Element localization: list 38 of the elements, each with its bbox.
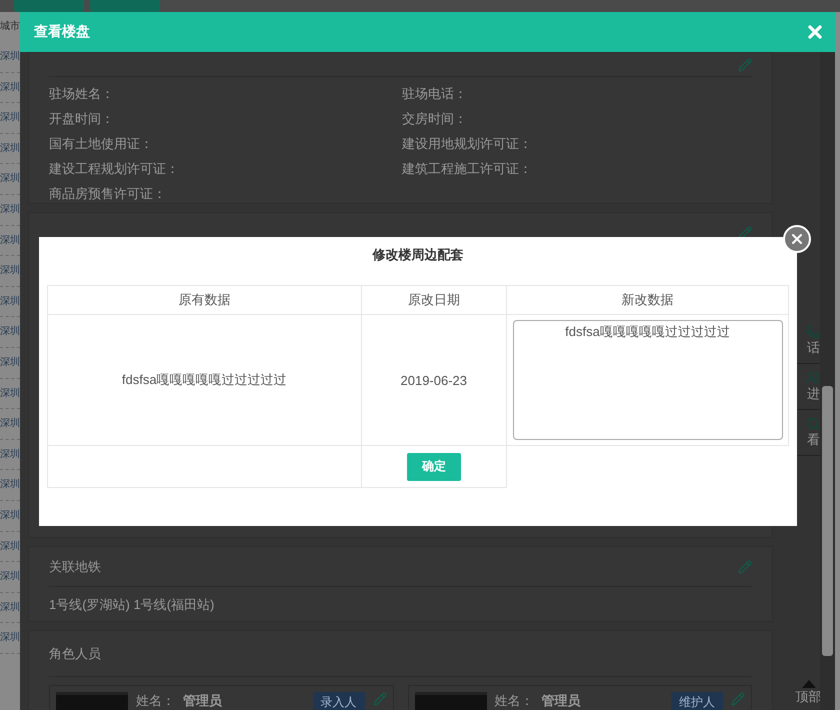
name-label: 姓名：: [136, 692, 175, 710]
section-title: 关联地铁: [49, 558, 101, 576]
column-header: 原改日期: [361, 286, 507, 314]
section-title: 角色人员: [49, 644, 101, 662]
back-to-top-link[interactable]: 顶部: [797, 680, 820, 710]
close-icon: [789, 231, 805, 247]
side-menu-icon: [806, 324, 820, 338]
field-label: 驻场姓名：: [49, 85, 115, 103]
person-name: 管理员: [542, 692, 580, 710]
modal-title: 修改楼周边配套: [372, 247, 464, 263]
name-label: 姓名：: [494, 692, 534, 710]
role-tag: 维护人: [671, 692, 723, 710]
up-triangle-icon: [802, 680, 816, 688]
table-cell: fdsfsa嘎嘎嘎嘎嘎过过过过过: [48, 314, 362, 446]
field-label: 交房时间：: [402, 110, 468, 128]
toolbar-button[interactable]: [14, 0, 84, 12]
side-menu-icon: [806, 416, 820, 430]
column-header: 原有数据: [48, 286, 362, 314]
toolbar-button[interactable]: [90, 0, 160, 12]
field-label: 国有土地使用证：: [49, 135, 154, 153]
field-label: 建设用地规划许可证：: [402, 135, 533, 153]
pencil-icon[interactable]: [738, 226, 752, 240]
field-label: 开盘时间：: [49, 110, 115, 128]
scrollbar[interactable]: [820, 52, 835, 710]
field-label: 驻场电话：: [402, 85, 468, 103]
table-cell: 2019-06-23: [361, 314, 507, 446]
field-label: 建设工程规划许可证：: [49, 160, 180, 178]
subway-text: 1号线(罗湖站) 1号线(福田站): [49, 596, 216, 614]
person-name: 管理员: [183, 692, 222, 710]
role-tag: 录入人: [312, 692, 364, 710]
confirm-button[interactable]: 确定: [406, 452, 461, 480]
column-header: 新改数据: [506, 286, 788, 314]
field-label: 建筑工程施工许可证：: [402, 160, 533, 178]
text-area[interactable]: fdsfsa嘎嘎嘎嘎嘎过过过过过: [512, 320, 783, 440]
column-header: 城市: [0, 20, 20, 34]
side-menu-icon: [806, 370, 820, 384]
dialog-title: 查看楼盘: [34, 23, 90, 41]
field-label: 商品房预售许可证：: [49, 185, 167, 203]
